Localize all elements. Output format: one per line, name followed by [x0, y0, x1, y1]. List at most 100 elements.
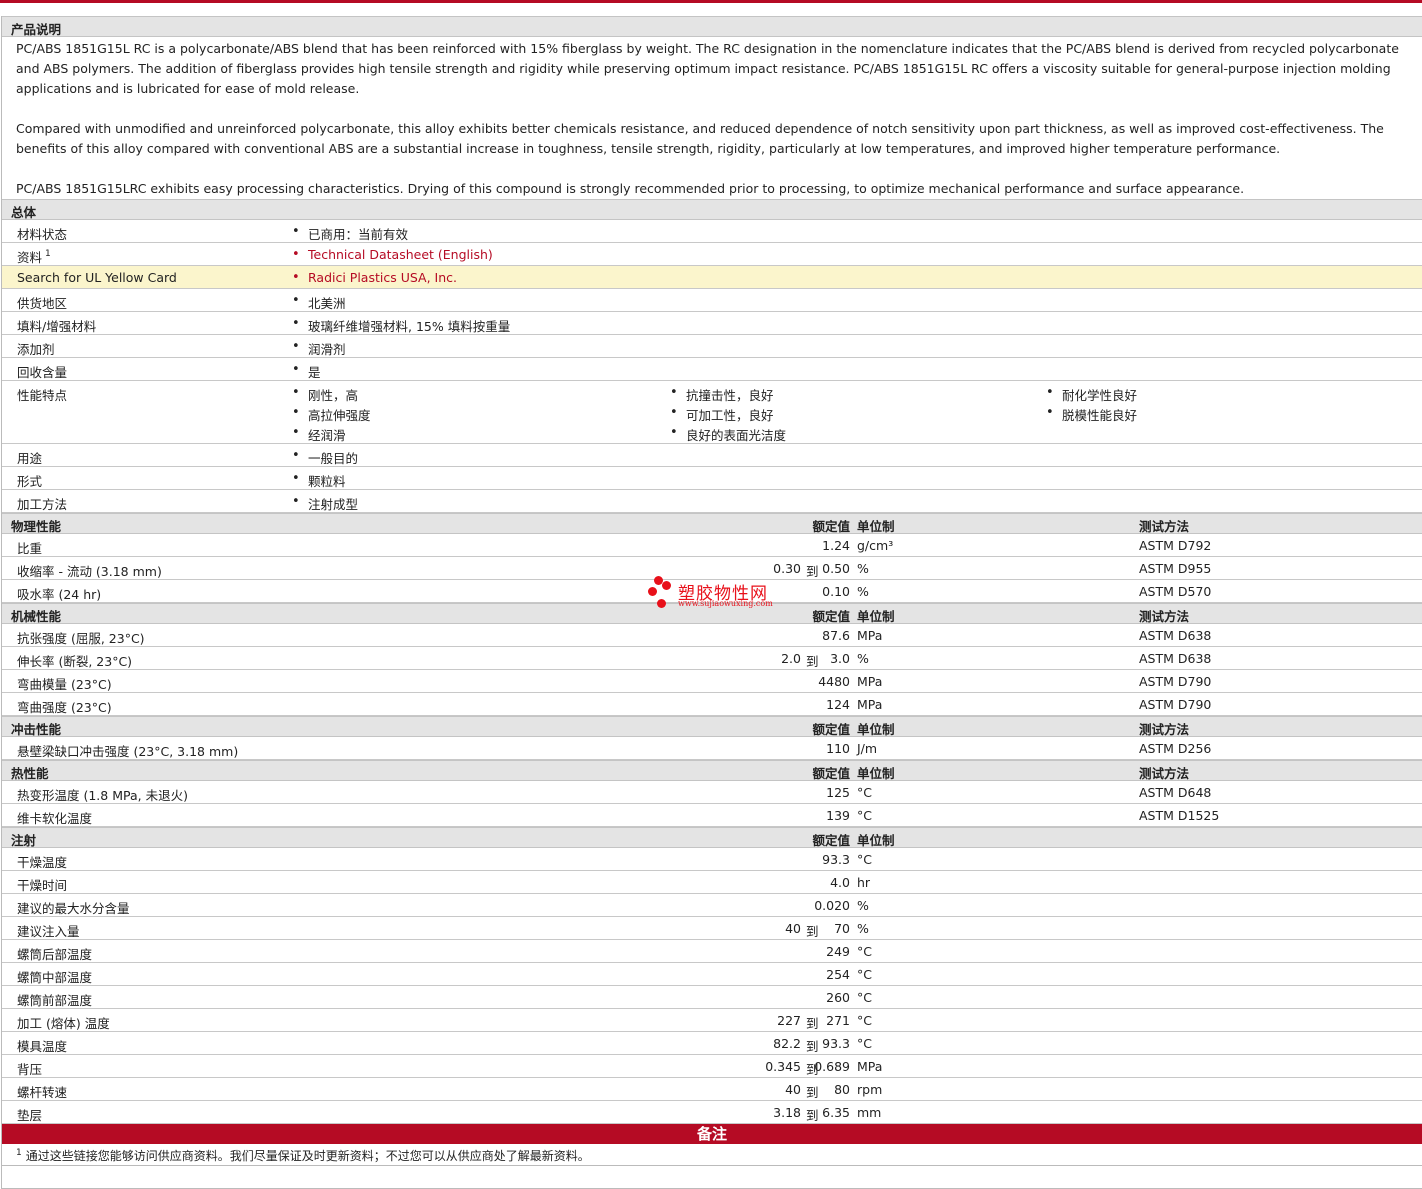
- property-label: 模具温度: [17, 1039, 68, 1054]
- value-link[interactable]: Technical Datasheet (English): [292, 247, 493, 262]
- unit-header: 单位制: [857, 722, 895, 737]
- test-method-header: 测试方法: [1139, 722, 1190, 737]
- nominal-value: 260: [826, 990, 850, 1005]
- row-value: 一般目的: [292, 448, 358, 467]
- unit: °C: [857, 1013, 872, 1028]
- row-label: 加工方法: [17, 494, 67, 513]
- nominal-header: 额定值: [812, 519, 850, 534]
- row-value: 北美洲: [292, 293, 345, 312]
- row-label-text: 形式: [17, 474, 43, 489]
- section-title: 冲击性能: [11, 722, 62, 737]
- section-title: 物理性能: [11, 519, 62, 534]
- section-title: 总体: [11, 205, 37, 220]
- property-row: 比重 1.24 g/cm³ ASTM D792: [2, 534, 1422, 557]
- test-method: ASTM D790: [1139, 674, 1212, 689]
- property-label: 伸长率 (断裂, 23°C): [17, 654, 133, 669]
- range-low: 40: [785, 921, 801, 936]
- row-label-text: 资料: [17, 250, 43, 265]
- top-accent-bar: [0, 0, 1422, 3]
- row-label: Search for UL Yellow Card: [17, 270, 177, 285]
- section-header: 热性能 额定值 单位制 测试方法: [2, 760, 1422, 781]
- unit: MPa: [857, 697, 883, 712]
- property-row: 干燥温度 93.3 °C: [2, 848, 1422, 871]
- general-row: 添加剂 润滑剂: [2, 335, 1422, 358]
- test-method-header: 测试方法: [1139, 609, 1190, 624]
- property-label: 吸水率 (24 hr): [17, 587, 102, 602]
- row-value: 润滑剂: [292, 339, 345, 358]
- row-label-text: 回收含量: [17, 365, 68, 380]
- range-low: 40: [785, 1082, 801, 1097]
- property-row: 伸长率 (断裂, 23°C) 2.0 到 3.0% ASTM D638: [2, 647, 1422, 670]
- range-word: 到: [806, 1108, 819, 1123]
- row-label-text: 材料状态: [17, 227, 68, 242]
- test-method: ASTM D256: [1139, 741, 1212, 756]
- property-label: 垫层: [17, 1108, 43, 1123]
- test-method-header: 测试方法: [1139, 766, 1190, 781]
- range-word: 到: [806, 1016, 819, 1031]
- section-title: 注射: [11, 833, 37, 848]
- test-method: ASTM D1525: [1139, 808, 1220, 823]
- property-label: 干燥温度: [17, 855, 68, 870]
- general-row: 材料状态 已商用：当前有效: [2, 220, 1422, 243]
- range-low: 0.30: [773, 561, 801, 576]
- nominal-value: 4.0: [830, 875, 850, 890]
- nominal-value: 125: [826, 785, 850, 800]
- row-label-text: 用途: [17, 451, 43, 466]
- watermark-logo: 塑胶物性网 www.sujiaowuxing.com: [648, 576, 778, 610]
- row-label-text: 填料/增强材料: [17, 319, 97, 334]
- nominal-value: 124: [826, 697, 850, 712]
- unit: %: [857, 651, 869, 666]
- property-label: 维卡软化温度: [17, 811, 93, 826]
- nominal-value: 4480: [818, 674, 850, 689]
- property-label: 建议的最大水分含量: [17, 901, 130, 916]
- nominal-header: 额定值: [812, 833, 850, 848]
- section-header: 注射 额定值 单位制: [2, 827, 1422, 848]
- property-label: 抗张强度 (屈服, 23°C): [17, 631, 145, 646]
- feature-item: 耐化学性良好: [1046, 385, 1137, 404]
- property-label: 螺筒中部温度: [17, 970, 93, 985]
- nominal-value: 87.6: [822, 628, 850, 643]
- unit: g/cm³: [857, 538, 894, 553]
- test-method: ASTM D570: [1139, 584, 1212, 599]
- value-link[interactable]: Radici Plastics USA, Inc.: [292, 270, 457, 285]
- row-label: 填料/增强材料: [17, 316, 96, 335]
- general-row: 形式 颗粒料: [2, 467, 1422, 490]
- unit: MPa: [857, 1059, 883, 1074]
- property-row: 垫层 3.18 到 6.35 mm: [2, 1101, 1422, 1124]
- footnote-ref: 1: [45, 249, 51, 259]
- property-row: 维卡软化温度 139 °C ASTM D1525: [2, 804, 1422, 827]
- feature-item: 刚性，高: [292, 385, 358, 404]
- nominal-value: 0.10: [822, 584, 850, 599]
- range-low: 82.2: [773, 1036, 801, 1051]
- feature-item: 抗撞击性，良好: [670, 385, 773, 404]
- general-row: 加工方法 注射成型: [2, 490, 1422, 513]
- range-high: 6.35: [822, 1105, 850, 1120]
- property-label: 螺杆转速: [17, 1085, 68, 1100]
- feature-item: 经润滑: [292, 425, 345, 444]
- unit-header: 单位制: [857, 519, 895, 534]
- property-label: 弯曲模量 (23°C): [17, 677, 112, 692]
- row-label: 供货地区: [17, 293, 67, 312]
- row-label-text: Search for UL Yellow Card: [17, 270, 177, 285]
- property-label: 螺筒前部温度: [17, 993, 93, 1008]
- property-row: 模具温度 82.2 到 93.3 °C: [2, 1032, 1422, 1055]
- watermark-url: www.sujiaowuxing.com: [678, 599, 773, 608]
- range-high: 80: [834, 1082, 850, 1097]
- unit: °C: [857, 990, 872, 1005]
- property-row: 建议注入量 40 到 70%: [2, 917, 1422, 940]
- feature-item: 可加工性，良好: [670, 405, 773, 424]
- unit: °C: [857, 967, 872, 982]
- property-label: 螺筒后部温度: [17, 947, 93, 962]
- description-paragraph: PC/ABS 1851G15L RC is a polycarbonate/AB…: [16, 41, 1399, 96]
- range-low: 3.18: [773, 1105, 801, 1120]
- property-row: 建议的最大水分含量 0.020%: [2, 894, 1422, 917]
- row-label: 材料状态: [17, 224, 67, 243]
- row-label-text: 添加剂: [17, 342, 55, 357]
- unit: °C: [857, 785, 872, 800]
- property-label: 比重: [17, 541, 43, 556]
- unit: J/m: [857, 741, 878, 756]
- property-row: 弯曲强度 (23°C) 124 MPa ASTM D790: [2, 693, 1422, 716]
- notes-banner: 备注: [2, 1124, 1422, 1144]
- nominal-value: 110: [826, 741, 850, 756]
- row-label: 回收含量: [17, 362, 67, 381]
